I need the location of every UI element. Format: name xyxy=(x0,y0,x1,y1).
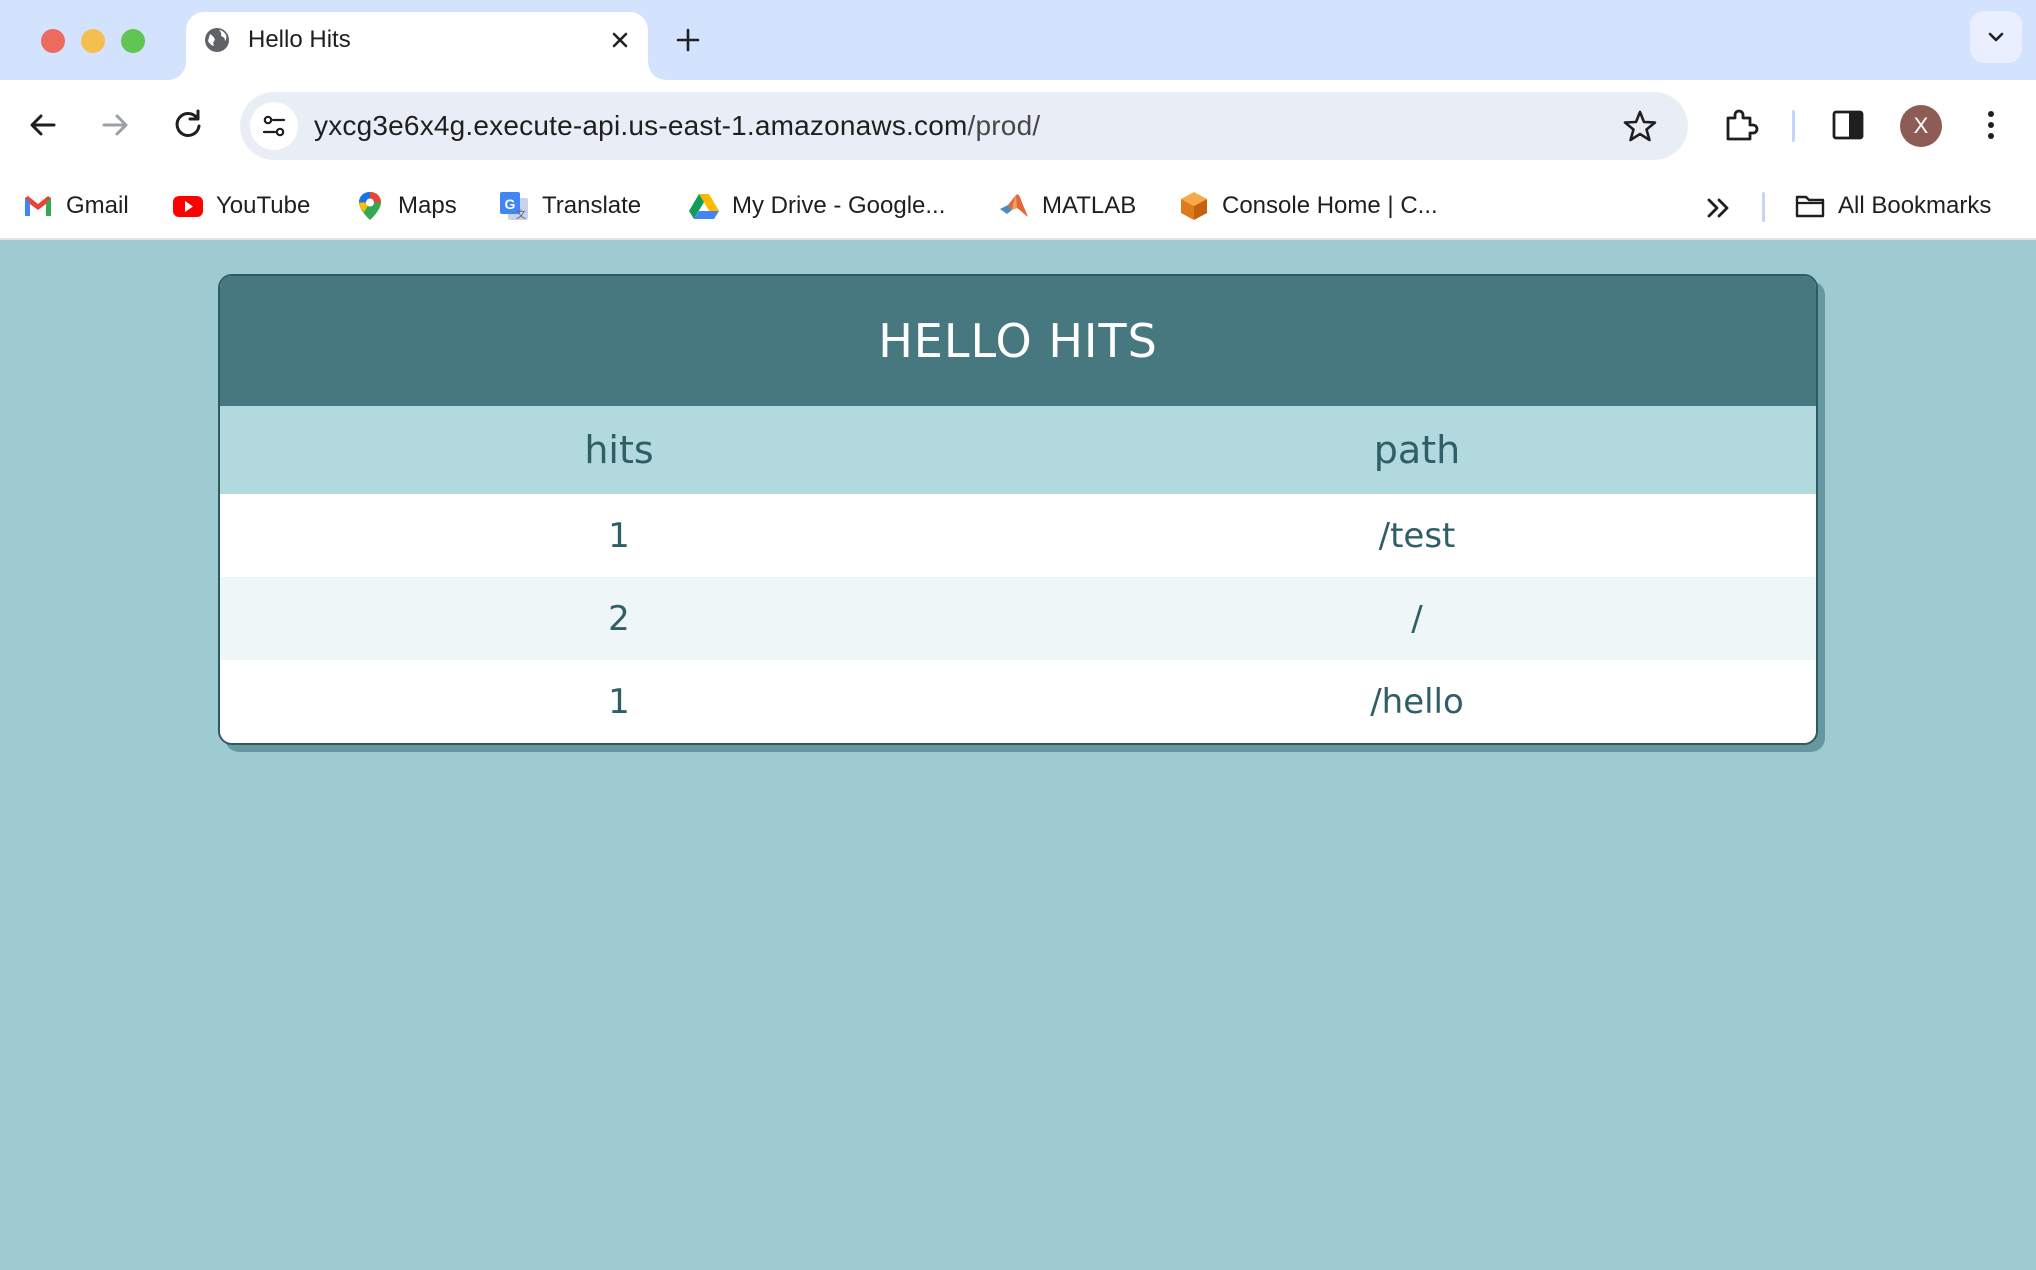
globe-icon xyxy=(205,28,229,52)
side-panel-icon[interactable] xyxy=(1827,104,1869,146)
tune-icon xyxy=(262,115,286,137)
tab-title: Hello Hits xyxy=(248,26,351,53)
tab-search-button[interactable] xyxy=(1970,11,2022,63)
hits-cell: 2 xyxy=(220,577,1018,660)
bookmark-star-icon[interactable] xyxy=(1622,108,1658,144)
folder-icon xyxy=(1795,195,1825,218)
minimize-window-button[interactable] xyxy=(81,29,105,53)
svg-text:文: 文 xyxy=(516,208,526,221)
drive-icon xyxy=(689,194,719,219)
bookmark-label: Console Home | C... xyxy=(1222,192,1438,219)
all-bookmarks-button[interactable]: All Bookmarks xyxy=(1794,186,1991,226)
url-path: /prod/ xyxy=(967,110,1041,141)
close-window-button[interactable] xyxy=(41,29,65,53)
bookmark-console-home[interactable]: Console Home | C... xyxy=(1178,186,1438,226)
tab-strip: Hello Hits xyxy=(0,0,2036,80)
browser-toolbar: yxcg3e6x4g.execute-api.us-east-1.amazona… xyxy=(0,80,2036,172)
table-row: 2 / xyxy=(220,577,1816,660)
hits-card: HELLO HITS hits path 1 /test 2 / 1 /hell… xyxy=(218,274,1818,745)
bookmarks-bar: Gmail YouTube Maps G 文 Translate My Driv… xyxy=(0,172,2036,240)
address-bar[interactable]: yxcg3e6x4g.execute-api.us-east-1.amazona… xyxy=(240,92,1688,160)
column-header-hits: hits xyxy=(220,406,1018,494)
reload-icon[interactable] xyxy=(167,104,209,146)
bookmark-gmail[interactable]: Gmail xyxy=(22,186,129,226)
page-content: HELLO HITS hits path 1 /test 2 / 1 /hell… xyxy=(0,242,2036,1270)
close-tab-icon[interactable] xyxy=(606,26,634,54)
path-cell: /test xyxy=(1018,494,1816,577)
bookmark-label: My Drive - Google... xyxy=(732,192,946,219)
hits-cell: 1 xyxy=(220,660,1018,743)
translate-icon: G 文 xyxy=(500,192,528,221)
gmail-icon xyxy=(25,196,51,216)
table-header-row: hits path xyxy=(220,406,1816,494)
table-row: 1 /hello xyxy=(220,660,1816,743)
back-arrow-icon[interactable] xyxy=(22,104,64,146)
bookmark-matlab[interactable]: MATLAB xyxy=(998,186,1136,226)
bookmark-translate[interactable]: G 文 Translate xyxy=(498,186,641,226)
bookmark-label: MATLAB xyxy=(1042,192,1137,219)
extensions-puzzle-icon[interactable] xyxy=(1720,104,1762,146)
youtube-icon xyxy=(173,196,203,217)
all-bookmarks-label: All Bookmarks xyxy=(1838,192,1992,219)
svg-text:G: G xyxy=(505,196,516,212)
matlab-icon xyxy=(1000,194,1028,217)
bookmark-youtube[interactable]: YouTube xyxy=(172,186,310,226)
more-menu-icon[interactable] xyxy=(1970,104,2012,146)
hits-cell: 1 xyxy=(220,494,1018,577)
double-chevron-right-icon[interactable] xyxy=(1700,190,1736,226)
path-cell: / xyxy=(1018,577,1816,660)
bookmark-label: Gmail xyxy=(66,192,129,219)
url-text[interactable]: yxcg3e6x4g.execute-api.us-east-1.amazona… xyxy=(314,108,1040,144)
profile-avatar[interactable]: X xyxy=(1900,105,1942,147)
url-host: yxcg3e6x4g.execute-api.us-east-1.amazona… xyxy=(314,110,968,141)
hits-table: hits path 1 /test 2 / 1 /hello xyxy=(220,406,1816,743)
chevron-down-icon xyxy=(1988,32,2004,42)
bookmarks-divider xyxy=(1762,192,1765,222)
toolbar-divider xyxy=(1792,110,1795,142)
bookmark-label: Maps xyxy=(398,192,457,219)
maximize-window-button[interactable] xyxy=(121,29,145,53)
bookmark-label: Translate xyxy=(542,192,642,219)
bookmark-maps[interactable]: Maps xyxy=(354,186,457,226)
bookmark-label: YouTube xyxy=(216,192,311,219)
new-tab-icon[interactable] xyxy=(672,24,704,56)
maps-icon xyxy=(359,192,381,220)
table-row: 1 /test xyxy=(220,494,1816,577)
page-title: HELLO HITS xyxy=(220,276,1816,406)
active-tab[interactable]: Hello Hits xyxy=(186,12,648,80)
bookmark-drive[interactable]: My Drive - Google... xyxy=(688,186,945,226)
site-info-button[interactable] xyxy=(250,102,298,150)
forward-arrow-icon[interactable] xyxy=(94,104,136,146)
aws-cube-icon xyxy=(1181,192,1207,220)
column-header-path: path xyxy=(1018,406,1816,494)
path-cell: /hello xyxy=(1018,660,1816,743)
